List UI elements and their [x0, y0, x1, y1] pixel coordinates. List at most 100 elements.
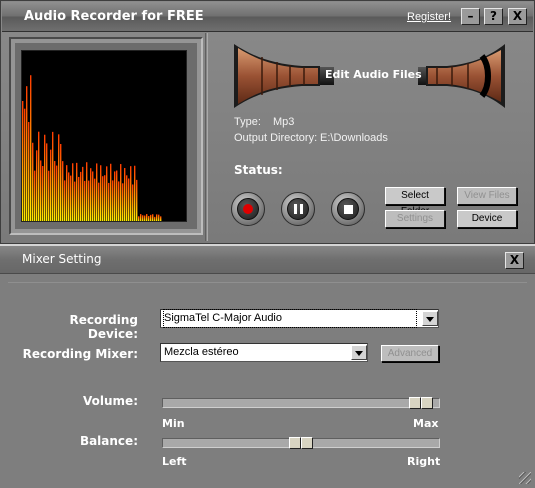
spectrum-bar [92, 171, 94, 221]
spectrum-bar [64, 180, 66, 221]
type-label: Type: [234, 116, 261, 128]
title-bar[interactable]: Audio Recorder for FREE Register! – ? X [2, 2, 533, 32]
spectrum-bar [54, 161, 56, 221]
resize-grip[interactable] [519, 472, 531, 484]
select-folder-button[interactable]: Select Folder [385, 187, 445, 217]
volume-slider-thumb-right[interactable] [421, 397, 433, 409]
device-button[interactable]: Device [457, 210, 517, 228]
panel-divider [205, 33, 208, 241]
spectrum-bar [46, 143, 48, 221]
minimize-button[interactable]: – [461, 8, 480, 25]
spectrum-bar [102, 176, 104, 221]
spectrum-bar [34, 170, 36, 221]
recording-device-label: Recording Device: [69, 313, 139, 341]
balance-right-label: Right [407, 455, 441, 468]
output-directory-value: E:\Downloads [320, 132, 388, 144]
balance-slider-thumb-right[interactable] [301, 437, 313, 449]
register-link[interactable]: Register! [407, 11, 451, 23]
spectrum-bar [22, 101, 24, 221]
record-icon [237, 198, 259, 220]
advanced-button[interactable]: Advanced [381, 345, 439, 362]
spectrum-bar [52, 131, 54, 221]
spectrum-bar [40, 160, 42, 221]
pause-icon [287, 198, 309, 220]
spectrum-bar [106, 166, 108, 221]
spectrum-bar [152, 214, 154, 221]
stop-icon [337, 198, 359, 220]
settings-button[interactable]: Settings [385, 210, 445, 228]
spectrum-bar [124, 168, 126, 221]
mixer-divider [8, 282, 527, 283]
balance-left-label: Left [162, 455, 187, 468]
chevron-down-icon[interactable] [422, 311, 438, 326]
spectrum-bar [82, 166, 84, 221]
spectrum-bar [56, 165, 58, 221]
spectrum-bar [38, 131, 40, 221]
spectrum-bar [50, 149, 52, 221]
spectrum-bar [76, 162, 78, 221]
mixer-title-bar[interactable]: Mixer Setting X [0, 246, 535, 274]
spectrum-bar [150, 214, 152, 221]
volume-slider-thumb[interactable] [409, 397, 421, 409]
spectrum-display [21, 50, 187, 222]
spectrum-bar [122, 183, 124, 221]
spectrum-bar [30, 75, 32, 221]
spectrum-bar [154, 216, 156, 221]
spectrum-bar [42, 166, 44, 221]
spectrum-bar [108, 182, 110, 221]
spectrum-bar [160, 216, 162, 221]
recording-device-value: SigmaTel C-Major Audio [163, 309, 417, 328]
volume-max-label: Max [413, 417, 439, 430]
edit-audio-files-label[interactable]: Edit Audio Files [325, 68, 422, 81]
spectrum-bar [158, 214, 160, 221]
mixer-title: Mixer Setting [22, 252, 102, 266]
recording-mixer-value: Mezcla estéreo [164, 346, 239, 358]
spectrum-bar [110, 163, 112, 221]
view-files-button[interactable]: View Files [457, 187, 517, 205]
volume-slider-track[interactable] [162, 398, 440, 408]
spectrum-bars [22, 75, 162, 221]
stop-button[interactable] [331, 192, 365, 226]
recording-device-select[interactable]: SigmaTel C-Major Audio [160, 309, 439, 328]
spectrum-bar [58, 134, 60, 221]
spectrum-bar [66, 165, 68, 221]
spectrum-bar [86, 162, 88, 221]
spectrum-bar [24, 108, 26, 221]
spectrum-bar [104, 175, 106, 221]
spectrum-bar [26, 86, 28, 221]
spectrum-bar [94, 178, 96, 221]
spectrum-bar [132, 184, 134, 221]
mixer-close-button[interactable]: X [505, 252, 524, 269]
output-directory-label: Output Directory: [234, 132, 318, 144]
recording-mixer-label: Recording Mixer: [22, 347, 138, 361]
spectrum-bar [48, 170, 50, 221]
spectrum-bar [36, 150, 38, 221]
balance-slider-thumb[interactable] [289, 437, 301, 449]
help-button[interactable]: ? [484, 8, 503, 25]
type-value: Mp3 [273, 116, 295, 128]
spectrum-bar [78, 176, 80, 221]
spectrum-bar [88, 180, 90, 221]
chevron-down-icon[interactable] [351, 345, 367, 360]
close-button[interactable]: X [508, 8, 527, 25]
spectrum-bar [80, 171, 82, 221]
pause-button[interactable] [281, 192, 315, 226]
spectrum-bar [142, 215, 144, 221]
spectrum-bar [112, 180, 114, 221]
spectrum-bar [28, 121, 30, 221]
spectrum-bar [60, 144, 62, 221]
record-button[interactable] [231, 192, 265, 226]
spectrum-bar [68, 172, 70, 221]
spectrum-bar [90, 168, 92, 221]
spectrum-bar [84, 180, 86, 221]
spectrum-bar [126, 175, 128, 221]
recording-mixer-select[interactable]: Mezcla estéreo [160, 343, 368, 362]
spectrum-bar [96, 163, 98, 221]
spectrum-bar [146, 214, 148, 221]
spectrum-bar [136, 179, 138, 221]
spectrum-bar [128, 178, 130, 221]
spectrum-bar [70, 175, 72, 221]
balance-label: Balance: [79, 434, 138, 448]
volume-label: Volume: [83, 394, 138, 408]
spectrum-bar [98, 182, 100, 221]
